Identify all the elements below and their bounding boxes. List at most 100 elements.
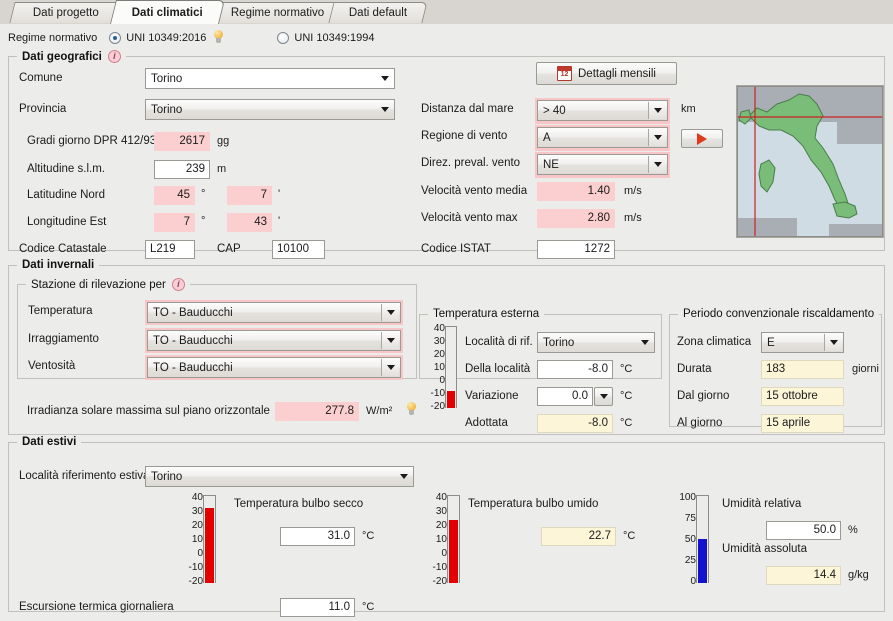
velocita-max-input[interactable]: 2.80 xyxy=(537,209,615,228)
tab-label: Dati default xyxy=(348,7,407,19)
stazione-temperatura-combo[interactable]: TO - Bauducchi xyxy=(147,302,401,323)
regione-vento-value: A xyxy=(543,131,551,144)
thermometer-temperatura-esterna: 40 30 20 10 0 -10 -20 xyxy=(421,324,459,416)
provincia-value: Torino xyxy=(151,103,183,116)
regione-vento-combo[interactable]: A xyxy=(537,127,668,148)
group-dati-invernali: Dati invernali Stazione di rilevazione p… xyxy=(8,259,885,435)
localita-estiva-combo[interactable]: Torino xyxy=(145,466,414,487)
chevron-down-icon[interactable] xyxy=(824,334,842,351)
umidita-relativa-label: Umidità relativa xyxy=(722,498,802,510)
velocita-media-input[interactable]: 1.40 xyxy=(537,182,615,201)
durata-label: Durata xyxy=(677,363,712,375)
stazione-ventosita-label: Ventosità xyxy=(28,360,76,372)
bulbo-secco-input[interactable]: 31.0 xyxy=(280,527,355,546)
direzione-vento-label: Direz. preval. vento xyxy=(421,157,521,169)
localita-estiva-value: Torino xyxy=(151,470,183,483)
chevron-down-icon[interactable] xyxy=(648,102,666,119)
chevron-down-icon[interactable] xyxy=(648,129,666,146)
escursione-input[interactable]: 11.0 xyxy=(280,598,355,617)
altitudine-unit: m xyxy=(217,163,227,175)
tab-label: Dati progetto xyxy=(32,7,99,19)
stazione-temperatura-label: Temperatura xyxy=(28,305,93,317)
escursione-label: Escursione termica giornaliera xyxy=(19,601,174,613)
chevron-down-icon xyxy=(599,394,608,399)
legend-text: Dati estivi xyxy=(22,436,77,448)
tab-dati-default[interactable]: Dati default xyxy=(328,2,428,23)
al-giorno-input: 15 aprile xyxy=(761,414,844,433)
tab-dati-progetto[interactable]: Dati progetto xyxy=(9,2,123,23)
gradi-giorno-input[interactable]: 2617 xyxy=(154,132,210,151)
lightbulb-icon xyxy=(405,402,418,417)
stazione-ventosita-combo[interactable]: TO - Bauducchi xyxy=(147,357,401,378)
direzione-vento-combo[interactable]: NE xyxy=(537,154,668,175)
al-giorno-label: Al giorno xyxy=(677,417,723,429)
localita-rif-label: Località di rif. xyxy=(465,336,533,348)
longitudine-deg-unit: ° xyxy=(201,215,206,227)
chevron-down-icon[interactable] xyxy=(395,468,412,485)
cap-input[interactable]: 10100 xyxy=(272,240,325,259)
chevron-down-icon[interactable] xyxy=(648,156,666,173)
bulbo-umido-label: Temperatura bulbo umido xyxy=(468,498,599,510)
velocita-max-unit: m/s xyxy=(624,212,642,224)
group-stazione-rilevazione: Stazione di rilevazione per i Temperatur… xyxy=(17,278,417,380)
codice-catastale-input[interactable]: L219 xyxy=(145,240,195,259)
variazione-unit: °C xyxy=(620,390,633,402)
info-icon[interactable]: i xyxy=(171,278,185,291)
regime-normativo-label: Regime normativo xyxy=(8,31,98,44)
chevron-down-icon[interactable] xyxy=(381,332,399,349)
thermometer-bulbo-umido: 40 30 20 10 0 -10 -20 xyxy=(423,493,461,593)
zona-climatica-label: Zona climatica xyxy=(677,336,752,348)
tab-regime-normativo[interactable]: Regime normativo xyxy=(212,2,343,23)
variazione-label: Variazione xyxy=(465,390,519,402)
umidita-relativa-unit: % xyxy=(848,524,858,536)
dettagli-mensili-button[interactable]: 12 Dettagli mensili xyxy=(536,62,677,85)
latitudine-min-input[interactable]: 7 xyxy=(227,186,272,205)
chevron-down-icon[interactable] xyxy=(381,359,399,376)
group-legend: Dati estivi xyxy=(17,436,82,448)
distanza-mare-combo[interactable]: > 40 xyxy=(537,100,668,121)
umidita-assoluta-label: Umidità assoluta xyxy=(722,543,808,555)
provincia-combo[interactable]: Torino xyxy=(145,99,395,120)
chevron-down-icon[interactable] xyxy=(381,304,399,321)
longitudine-deg-input[interactable]: 7 xyxy=(154,213,195,232)
latitudine-deg-input[interactable]: 45 xyxy=(154,186,195,205)
group-dati-estivi: Dati estivi Località riferimento estiva … xyxy=(8,436,885,617)
group-legend: Stazione di rilevazione per i xyxy=(26,278,190,291)
info-icon[interactable]: i xyxy=(107,50,121,63)
chevron-down-icon[interactable] xyxy=(376,101,393,118)
variazione-input[interactable]: 0.0 xyxy=(537,387,593,406)
bulbo-secco-unit: °C xyxy=(362,530,375,542)
umidita-relativa-input[interactable]: 50.0 xyxy=(766,521,841,540)
distanza-mare-unit: km xyxy=(681,103,696,115)
gradi-giorno-label: Gradi giorno DPR 412/93 xyxy=(27,135,157,147)
comune-combo[interactable]: Torino xyxy=(145,68,395,89)
tab-dati-climatici[interactable]: Dati climatici xyxy=(110,0,225,24)
della-localita-input[interactable]: -8.0 xyxy=(537,360,613,379)
page-body: Regime normativo UNI 10349:2016 UNI 1034… xyxy=(0,24,893,621)
chevron-down-icon[interactable] xyxy=(376,70,393,87)
latitudine-deg-unit: ° xyxy=(201,188,206,200)
distanza-mare-label: Distanza dal mare xyxy=(421,103,514,115)
italy-map[interactable] xyxy=(736,85,884,238)
radio-uni-1994[interactable]: UNI 10349:1994 xyxy=(277,31,375,44)
chevron-down-icon[interactable] xyxy=(636,334,653,351)
regione-vento-play-button[interactable] xyxy=(681,129,723,148)
radio-uni-2016[interactable]: UNI 10349:2016 xyxy=(109,30,225,45)
tab-label: Regime normativo xyxy=(230,7,325,19)
radio-button[interactable] xyxy=(277,31,290,44)
latitudine-min-unit: ' xyxy=(278,188,281,200)
variazione-dropdown-button[interactable] xyxy=(594,387,613,406)
codice-istat-input[interactable]: 1272 xyxy=(537,240,615,259)
altitudine-input[interactable]: 239 xyxy=(154,160,210,179)
localita-rif-combo[interactable]: Torino xyxy=(537,332,655,353)
longitudine-min-input[interactable]: 43 xyxy=(227,213,272,232)
stazione-irraggiamento-combo[interactable]: TO - Bauducchi xyxy=(147,330,401,351)
radio-button[interactable] xyxy=(109,31,122,44)
adottata-label: Adottata xyxy=(465,417,508,429)
adottata-unit: °C xyxy=(620,417,633,429)
calendar-icon-number: 12 xyxy=(560,71,569,78)
zona-climatica-combo[interactable]: E xyxy=(761,332,844,353)
localita-estiva-label: Località riferimento estiva xyxy=(19,470,150,482)
irradianza-input[interactable]: 277.8 xyxy=(275,402,359,421)
velocita-media-label: Velocità vento media xyxy=(421,185,528,197)
